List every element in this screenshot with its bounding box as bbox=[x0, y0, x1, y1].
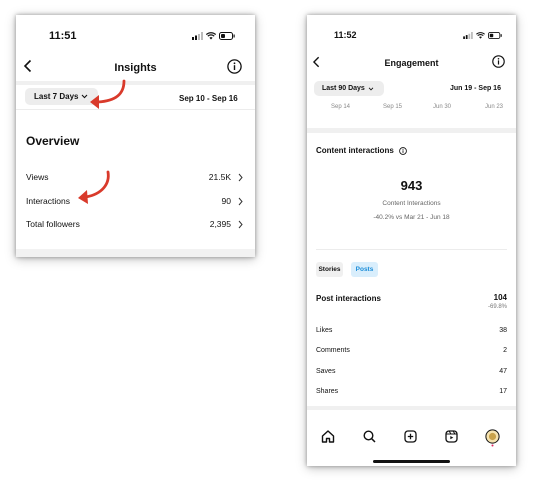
page-title: Insights bbox=[114, 62, 157, 74]
info-icon[interactable] bbox=[492, 55, 505, 68]
axis-tick-label: Sep 15 bbox=[383, 104, 403, 110]
post-interactions-total: 104 bbox=[493, 293, 507, 302]
status-icons bbox=[192, 32, 235, 40]
cellular-signal-icon bbox=[463, 32, 473, 39]
insights-screen: 11:51 Insights Last 7 Days Sep 10 - Sep … bbox=[16, 15, 255, 257]
metric-label: Comments bbox=[316, 346, 350, 354]
bottom-divider bbox=[307, 406, 516, 410]
profile-avatar[interactable] bbox=[485, 429, 500, 447]
divider bbox=[16, 109, 255, 110]
content-interactions-header: Content interactions bbox=[316, 146, 407, 155]
axis-tick-label: Jun 30 bbox=[433, 104, 452, 110]
chevron-right-icon bbox=[238, 173, 243, 181]
metric-row-views[interactable]: Views 21.5K bbox=[16, 171, 255, 183]
content-interactions-total: 943 bbox=[400, 178, 423, 193]
metric-value: 38 bbox=[499, 326, 507, 334]
chart-axis-ticks: Sep 14 Sep 15 Jun 30 Jun 23 bbox=[307, 104, 516, 113]
page-title: Engagement bbox=[384, 58, 439, 68]
metric-label: Shares bbox=[316, 387, 339, 395]
bottom-divider bbox=[16, 249, 255, 257]
metric-row-followers[interactable]: Total followers 2,395 bbox=[16, 218, 255, 230]
tab-posts[interactable]: Posts bbox=[351, 262, 378, 277]
status-icons bbox=[463, 32, 502, 39]
metric-value: 2 bbox=[503, 346, 507, 354]
metric-value: 47 bbox=[499, 367, 507, 375]
metric-value: 2,395 bbox=[209, 219, 231, 229]
chevron-right-icon bbox=[238, 220, 243, 228]
chevron-right-icon bbox=[238, 197, 243, 205]
status-bar: 11:52 bbox=[307, 15, 516, 47]
engagement-screen: 11:52 Engagement Last 90 Days Jun 19 - S… bbox=[307, 15, 516, 466]
chevron-down-icon bbox=[368, 86, 374, 91]
metric-label: Interactions bbox=[26, 196, 70, 206]
tab-stories[interactable]: Stories bbox=[316, 262, 343, 277]
metric-row-comments: Comments 2 bbox=[307, 345, 516, 355]
status-time: 11:51 bbox=[49, 30, 77, 42]
content-interactions-title: Content interactions bbox=[316, 146, 394, 155]
metric-label: Likes bbox=[316, 326, 333, 334]
content-interactions-label: Content Interactions bbox=[382, 200, 441, 207]
wifi-icon bbox=[206, 32, 216, 40]
status-time: 11:52 bbox=[334, 30, 357, 40]
metric-row-likes: Likes 38 bbox=[307, 325, 516, 335]
section-divider bbox=[307, 128, 516, 133]
wifi-icon bbox=[476, 32, 485, 39]
battery-icon bbox=[219, 32, 235, 40]
metric-label: Views bbox=[26, 172, 49, 182]
divider bbox=[316, 249, 507, 250]
metric-value: 90 bbox=[221, 196, 231, 206]
axis-tick-label: Jun 23 bbox=[485, 104, 504, 110]
metric-value: 21.5K bbox=[208, 172, 231, 182]
info-icon[interactable] bbox=[398, 146, 407, 155]
cellular-signal-icon bbox=[192, 32, 203, 40]
home-icon[interactable] bbox=[321, 430, 335, 443]
metric-row-shares: Shares 17 bbox=[307, 386, 516, 396]
metric-label: Total followers bbox=[26, 219, 80, 229]
metric-row-saves: Saves 47 bbox=[307, 366, 516, 376]
create-icon[interactable] bbox=[404, 430, 417, 443]
home-indicator bbox=[373, 460, 450, 463]
bottom-nav bbox=[307, 427, 516, 447]
overview-heading: Overview bbox=[26, 134, 80, 148]
date-range-label: Last 90 Days bbox=[322, 85, 365, 92]
metric-value: 17 bbox=[499, 387, 507, 395]
post-interactions-title: Post interactions bbox=[316, 294, 381, 303]
reels-icon[interactable] bbox=[445, 430, 458, 443]
battery-icon bbox=[488, 32, 502, 39]
axis-tick-label: Sep 14 bbox=[331, 104, 351, 110]
annotation-arrow-interactions bbox=[78, 170, 110, 204]
post-interactions-change: -69.8% bbox=[487, 304, 507, 310]
status-bar: 11:51 bbox=[16, 15, 255, 47]
date-range-text: Jun 19 - Sep 16 bbox=[450, 85, 501, 92]
metric-row-interactions[interactable]: Interactions 90 bbox=[16, 195, 255, 207]
date-range-dropdown[interactable]: Last 90 Days bbox=[314, 81, 384, 96]
metric-label: Saves bbox=[316, 367, 336, 375]
comparison-text: -40.2% vs Mar 21 - Jun 18 bbox=[373, 214, 450, 221]
info-icon[interactable] bbox=[227, 59, 242, 74]
search-icon[interactable] bbox=[363, 430, 376, 443]
date-range-label: Last 7 Days bbox=[34, 92, 79, 101]
date-range-text: Sep 10 - Sep 16 bbox=[179, 94, 238, 103]
